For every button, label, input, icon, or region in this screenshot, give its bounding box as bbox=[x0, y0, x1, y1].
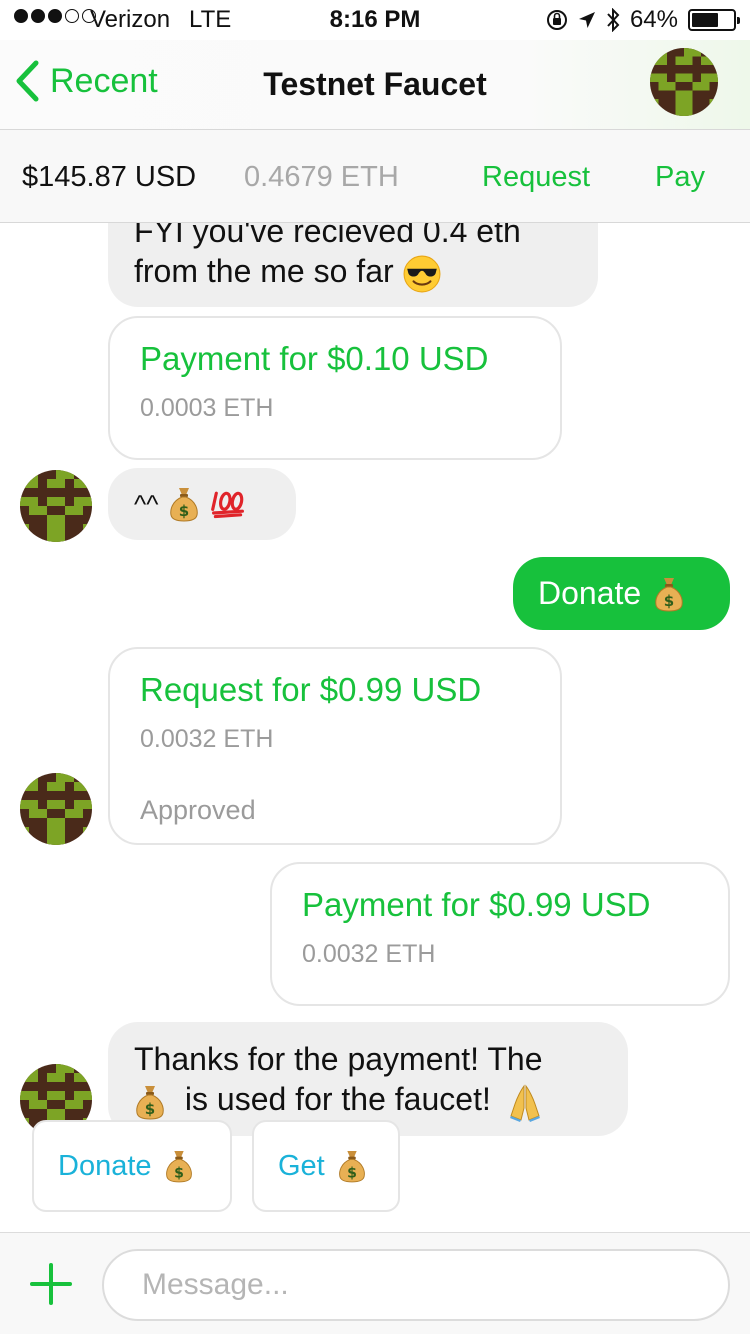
location-arrow-icon bbox=[578, 12, 595, 28]
payment-eth-amount: 0.0003 ETH bbox=[140, 394, 274, 422]
payment-title: Payment for $0.99 USD bbox=[302, 886, 651, 923]
incoming-text-message: ^^ bbox=[108, 468, 296, 540]
sender-avatar[interactable] bbox=[20, 773, 92, 845]
message-list[interactable]: FYI you've recieved 0.4 eth from the me … bbox=[0, 223, 750, 1232]
message-input[interactable] bbox=[102, 1249, 730, 1321]
composer-bar bbox=[0, 1232, 750, 1334]
pay-button[interactable]: Pay bbox=[655, 161, 705, 194]
money-bag-icon bbox=[653, 576, 685, 612]
payment-card[interactable]: Payment for $0.99 USD 0.0032 ETH bbox=[270, 862, 730, 1006]
payment-card[interactable]: Payment for $0.10 USD 0.0003 ETH bbox=[108, 316, 562, 460]
quick-reply-label: Donate bbox=[58, 1149, 152, 1182]
request-card[interactable]: Request for $0.99 USD 0.0032 ETH Approve… bbox=[108, 647, 562, 845]
message-line: from the me so far bbox=[134, 251, 572, 293]
money-bag-icon bbox=[337, 1149, 367, 1183]
message-text: Donate bbox=[538, 575, 642, 611]
status-icons: 64% bbox=[546, 6, 740, 34]
plus-icon[interactable] bbox=[30, 1263, 72, 1305]
message-text: ^^ bbox=[134, 489, 159, 519]
money-bag-icon bbox=[134, 1084, 166, 1120]
payment-eth-amount: 0.0032 ETH bbox=[302, 940, 436, 968]
balance-bar: $145.87 USD 0.4679 ETH Request Pay bbox=[0, 129, 750, 223]
request-title: Request for $0.99 USD bbox=[140, 671, 482, 708]
request-button[interactable]: Request bbox=[482, 161, 590, 194]
hundred-points-icon bbox=[210, 489, 246, 519]
incoming-text-message: Thanks for the payment! The is used for … bbox=[108, 1022, 628, 1136]
outgoing-text-message: Donate bbox=[513, 557, 730, 630]
message-line: is used for the faucet! bbox=[134, 1079, 602, 1122]
nav-bar: Recent Testnet Faucet bbox=[0, 40, 750, 129]
money-bag-icon bbox=[164, 1149, 194, 1183]
balance-usd: $145.87 USD bbox=[22, 161, 197, 193]
contact-avatar[interactable] bbox=[650, 48, 718, 116]
bluetooth-icon bbox=[607, 8, 620, 32]
request-status: Approved bbox=[140, 795, 256, 825]
quick-reply-label: Get bbox=[278, 1149, 325, 1182]
battery-percent: 64% bbox=[629, 6, 678, 33]
battery-icon bbox=[688, 9, 740, 31]
quick-reply-donate[interactable]: Donate bbox=[32, 1120, 232, 1212]
smiling-face-with-sunglasses-icon bbox=[403, 255, 441, 293]
message-line: FYI you've recieved 0.4 eth bbox=[134, 223, 521, 249]
request-eth-amount: 0.0032 ETH bbox=[140, 725, 274, 753]
balance-eth: 0.4679 ETH bbox=[244, 161, 399, 193]
payment-title: Payment for $0.10 USD bbox=[140, 340, 489, 377]
status-bar: Verizon LTE 8:16 PM 64% bbox=[0, 0, 750, 40]
quick-reply-get[interactable]: Get bbox=[252, 1120, 400, 1212]
message-line: Thanks for the payment! The bbox=[134, 1041, 543, 1077]
folded-hands-icon bbox=[506, 1082, 544, 1122]
sender-avatar[interactable] bbox=[20, 470, 92, 542]
battery-level bbox=[692, 13, 718, 27]
incoming-text-message: FYI you've recieved 0.4 eth from the me … bbox=[108, 223, 598, 307]
orientation-lock-icon bbox=[546, 10, 567, 30]
page-title: Testnet Faucet bbox=[263, 66, 487, 102]
money-bag-icon bbox=[168, 486, 200, 522]
